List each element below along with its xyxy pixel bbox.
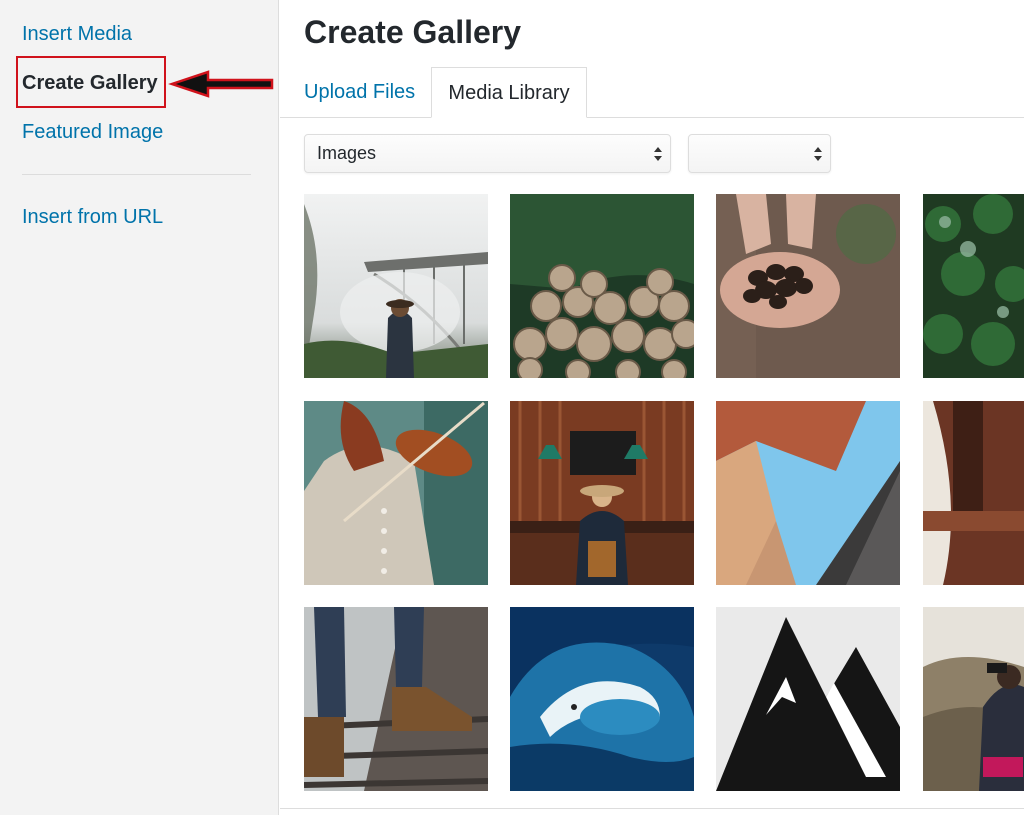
media-thumb-forest-aerial-image[interactable]: [923, 194, 1024, 378]
media-thumb-hands-pinecones-image[interactable]: [716, 194, 900, 378]
sidebar-item-insert-media[interactable]: Insert Media: [22, 22, 132, 46]
tab-media-library[interactable]: Media Library: [431, 67, 587, 118]
highlight-box: [16, 56, 166, 108]
media-thumb-violinist-image[interactable]: [304, 401, 488, 585]
date-filter-select[interactable]: [688, 134, 831, 173]
media-thumb-mountain-logo-image[interactable]: [716, 607, 900, 791]
media-thumb-wooden-tower-image[interactable]: [923, 401, 1024, 585]
select-updown-icon: [654, 147, 662, 161]
media-thumb-cafe-counter-image[interactable]: [510, 401, 694, 585]
media-thumb-ocean-wave-surfer-image[interactable]: [510, 607, 694, 791]
select-updown-icon: [814, 147, 822, 161]
media-thumb-foggy-bridge-hiker-image[interactable]: [304, 194, 488, 378]
tabs-divider: [280, 117, 1024, 118]
page-title: Create Gallery: [304, 14, 522, 50]
media-type-select[interactable]: Images: [304, 134, 671, 173]
tab-upload-files[interactable]: Upload Files: [304, 67, 415, 117]
sidebar-item-insert-from-url[interactable]: Insert from URL: [22, 205, 163, 229]
media-thumb-log-pile-image[interactable]: [510, 194, 694, 378]
pointer-arrow-icon: [168, 70, 274, 98]
sidebar-divider: [22, 174, 251, 175]
media-sidebar: Insert Media Create Gallery Featured Ima…: [0, 0, 279, 815]
media-thumb-buildings-looking-up-image[interactable]: [716, 401, 900, 585]
media-thumb-binoculars-hiker-image[interactable]: [923, 607, 1024, 791]
sidebar-item-featured-image[interactable]: Featured Image: [22, 120, 163, 144]
footer-divider: [280, 808, 1024, 809]
media-thumb-boots-on-railway-image[interactable]: [304, 607, 488, 791]
media-type-select-value: Images: [317, 143, 377, 163]
